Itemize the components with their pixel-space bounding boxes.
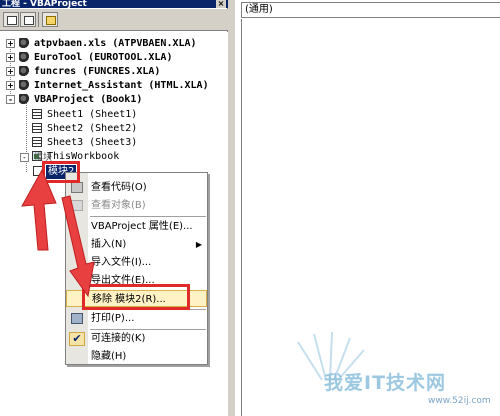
watermark-url: www.52ij.com [428,396,491,406]
expand-icon[interactable]: + [6,53,15,62]
tree-item-label: VBAProject (Book1) [34,94,143,105]
menu-item-label: 查看代码(O) [91,182,147,193]
expand-icon[interactable]: + [6,67,15,76]
menu-item-label: 插入(N) [91,239,127,250]
tree-item-label: Sheet2 (Sheet2) [47,123,138,134]
sheet-icon [32,137,42,147]
menu-item-import-file[interactable]: 导入文件(I)... [66,254,207,271]
expand-icon[interactable]: + [6,39,15,48]
project-icon [19,94,30,105]
menu-separator [90,216,206,217]
menu-item-view-code[interactable]: 查看代码(O) [66,179,207,196]
tree-item-label: EuroTool (EUROTOOL.XLA) [34,52,173,63]
menu-item-label: 隐藏(H) [91,351,127,362]
menu-item-print[interactable]: 打印(P)... [66,310,207,327]
menu-item-label: 导入文件(I)... [91,257,152,268]
toolbar-separator [38,12,39,27]
project-icon [19,52,30,63]
menu-item-view-object[interactable]: 查看对象(B) [66,197,207,214]
annotation-box-remove [82,284,190,310]
toggle-folders-icon[interactable] [42,12,58,27]
close-icon[interactable]: × [216,0,226,8]
project-icon [19,38,30,49]
sheet-icon [32,123,42,133]
explorer-toolbar [0,9,228,31]
submenu-arrow-icon: ▶ [195,240,202,249]
collapse-icon[interactable]: - [20,153,29,162]
collapse-icon[interactable]: - [6,95,15,104]
menu-item-hide[interactable]: 隐藏(H) [66,348,207,365]
project-icon [19,66,30,77]
check-icon: ✔ [72,332,82,345]
explorer-title-bar: 工程 - VBAProject × [0,0,228,8]
tree-item-label: Sheet3 (Sheet3) [47,137,138,148]
expand-icon[interactable]: + [6,81,15,90]
view-code-icon[interactable] [3,12,19,27]
sheet-icon [32,109,42,119]
explorer-title: 工程 - VBAProject [2,0,87,8]
watermark: 我爱IT技术网 www.52ij.com [262,316,498,412]
menu-item-label: 查看对象(B) [91,200,146,211]
menu-item-label: 打印(P)... [91,313,135,324]
menu-item-properties[interactable]: VBAProject 属性(E)... [66,218,207,235]
tree-item-label: funcres (FUNCRES.XLA) [34,66,161,77]
menu-item-dockable[interactable]: ✔ 可连接的(K) [66,330,207,347]
annotation-box-module [42,161,80,183]
view-code-icon [71,182,83,193]
object-combo-value: (通用) [245,4,273,15]
tree-item-label: Internet_Assistant (HTML.XLA) [34,80,209,91]
context-menu: 查看代码(O) 查看对象(B) VBAProject 属性(E)... 插入(N… [65,172,208,365]
menu-item-label: 可连接的(K) [91,333,146,344]
object-combo[interactable]: (通用) [241,2,500,18]
menu-item-label: VBAProject 属性(E)... [91,221,193,232]
view-object-icon [71,200,83,211]
tree-item-label: atpvbaen.xls (ATPVBAEN.XLA) [34,38,197,49]
menu-item-insert[interactable]: 插入(N) ▶ [66,236,207,253]
project-icon [19,80,30,91]
printer-icon [71,313,83,324]
view-object-icon[interactable] [20,12,36,27]
tree-item-label: Sheet1 (Sheet1) [47,109,138,120]
watermark-text: 我爱IT技术网 [324,372,447,394]
